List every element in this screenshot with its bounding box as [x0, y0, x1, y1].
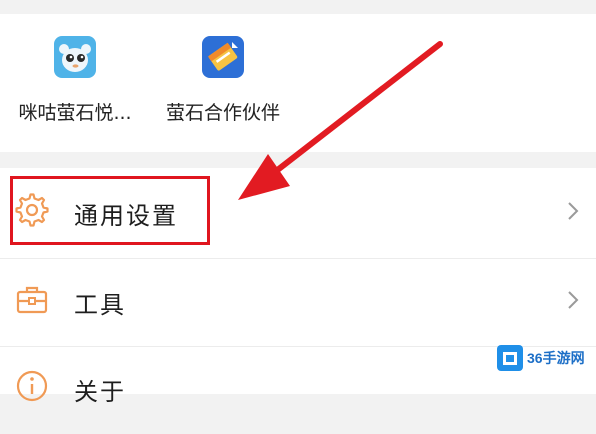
watermark-text: 36手游网 — [527, 350, 585, 366]
watermark: 36手游网 — [497, 343, 593, 373]
watermark-logo-icon — [497, 345, 523, 371]
red-arrow-annotation — [238, 41, 443, 200]
